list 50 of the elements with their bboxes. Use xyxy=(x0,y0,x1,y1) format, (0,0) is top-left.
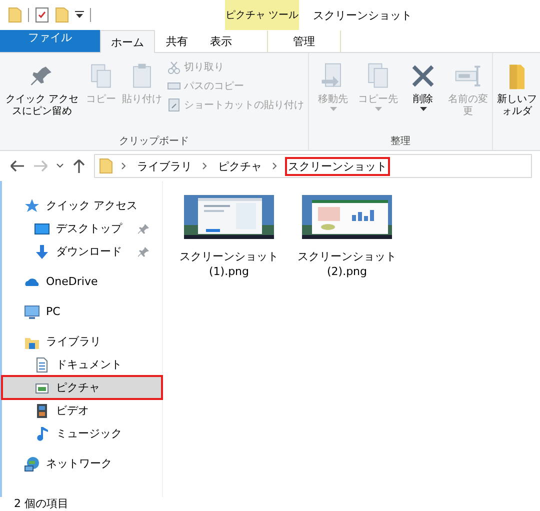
star-icon xyxy=(24,198,40,214)
sidebar-item[interactable]: デスクトップ xyxy=(2,217,162,240)
file-item[interactable]: スクリーンショット (1).png xyxy=(179,195,279,279)
status-text: 2 個の項目 xyxy=(13,497,70,511)
download-icon xyxy=(34,244,50,260)
caret-icon xyxy=(374,107,382,111)
dropdown-icon[interactable] xyxy=(75,11,84,19)
group-label: 整理 xyxy=(390,135,412,149)
document-icon xyxy=(34,356,50,372)
window-title: スクリーンショット xyxy=(312,8,412,24)
shortcut-icon xyxy=(167,98,181,112)
ribbon-button[interactable]: 新しいフォルダ xyxy=(495,55,539,134)
chevron-icon xyxy=(202,162,208,170)
sidebar-item[interactable]: ライブラリ xyxy=(2,330,162,353)
sidebar-item[interactable]: ビデオ xyxy=(2,399,162,422)
caret-icon xyxy=(330,107,336,111)
sidebar-item[interactable]: ネットワーク xyxy=(2,452,162,475)
network-icon xyxy=(24,456,40,472)
recent-dropdown-icon[interactable] xyxy=(56,163,64,169)
ribbon-tab[interactable]: ファイル xyxy=(0,30,100,52)
sidebar-item[interactable]: OneDrive xyxy=(2,270,162,293)
monitor-icon xyxy=(34,220,50,236)
properties-icon[interactable] xyxy=(35,7,49,23)
ribbon-button[interactable]: 削除 xyxy=(401,55,445,134)
sidebar-item[interactable]: ダウンロード xyxy=(2,240,162,263)
file-item[interactable]: スクリーンショット (2).png xyxy=(297,195,397,279)
ribbon-tab[interactable]: 共有 xyxy=(155,30,199,52)
group-label: クリップボード xyxy=(118,134,190,149)
breadcrumb-item[interactable]: ライブラリ xyxy=(135,158,194,174)
ribbon-button[interactable]: クイック アクセスにピン留め xyxy=(2,55,82,134)
folder-icon xyxy=(99,158,113,174)
caret-icon xyxy=(420,107,426,111)
ribbon-tab[interactable]: 表示 xyxy=(199,30,243,52)
sidebar-item[interactable]: PC xyxy=(2,300,162,323)
computer-icon xyxy=(24,304,40,320)
sidebar-item[interactable]: ピクチャ xyxy=(2,376,162,399)
sidebar-item[interactable]: ドキュメント xyxy=(2,353,162,376)
sidebar-item[interactable]: ミュージック xyxy=(2,422,162,445)
ribbon-tab[interactable]: 管理 xyxy=(267,30,341,52)
music-note-icon xyxy=(34,426,50,442)
context-tab-title: ピクチャ ツール xyxy=(225,0,299,30)
chevron-icon xyxy=(121,162,127,170)
ribbon-tab[interactable]: ホーム xyxy=(100,30,155,53)
address-bar[interactable]: ライブラリ ピクチャ スクリーンショット xyxy=(94,154,532,178)
chevron-icon xyxy=(272,162,278,170)
breadcrumb-item[interactable]: スクリーンショット xyxy=(286,158,389,174)
breadcrumb-item[interactable]: ピクチャ xyxy=(216,158,264,174)
sidebar-item[interactable]: クイック アクセス xyxy=(2,194,162,217)
scissors-icon xyxy=(167,60,181,74)
film-icon xyxy=(34,402,50,418)
